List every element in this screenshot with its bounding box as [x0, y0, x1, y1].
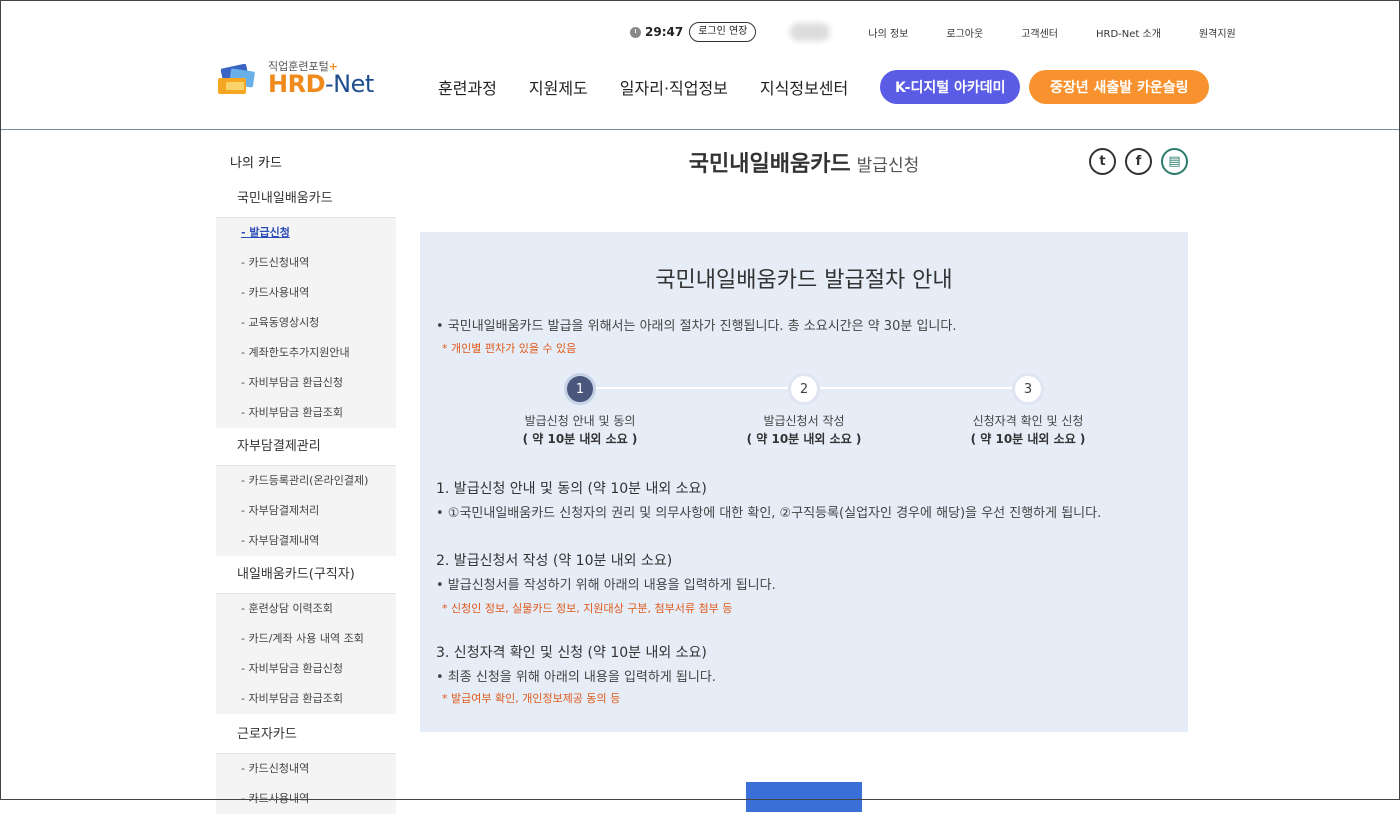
midlife-counseling-button[interactable]: 중장년 새출발 카운슬링: [1029, 70, 1210, 104]
sidebar-item[interactable]: - 자비부담금 환급조회: [216, 398, 396, 428]
section-2-desc: • 발급신청서를 작성하기 위해 아래의 내용을 입력하게 됩니다.: [436, 578, 776, 593]
hrd-net-logo[interactable]: 직업훈련포털+ HRD-Net: [216, 56, 386, 102]
print-icon[interactable]: ▤: [1161, 148, 1188, 175]
sidebar-group-worker-card: 근로자카드 - 카드신청내역 - 카드사용내역: [216, 716, 396, 814]
section-1-desc: • ①국민내일배움카드 신청자의 권리 및 의무사항에 대한 확인, ②구직등록…: [436, 506, 1102, 521]
sidebar-item[interactable]: - 카드사용내역: [216, 784, 396, 814]
twitter-icon[interactable]: t: [1089, 148, 1116, 175]
sidebar-title: 나의 카드: [230, 156, 282, 171]
nav-training-courses[interactable]: 훈련과정: [438, 75, 497, 99]
about-hrdnet-link[interactable]: HRD-Net 소개: [1096, 25, 1161, 40]
site-header: 29:47 로그인 연장 나의 정보 로그아웃 고객센터 HRD-Net 소개 …: [0, 0, 1400, 130]
section-2-title: 2. 발급신청서 작성 (약 10분 내외 소요): [436, 553, 673, 569]
remote-support-link[interactable]: 원격지원: [1199, 25, 1236, 40]
section-3-desc: • 최종 신청을 위해 아래의 내용을 입력하게 됩니다.: [436, 670, 716, 685]
next-step-button[interactable]: [746, 782, 862, 812]
step-2-label: 발급신청서 작성 ( 약 10분 내외 소요 ): [704, 412, 904, 448]
step-2-name: 발급신청서 작성: [763, 414, 845, 428]
sidebar-item[interactable]: - 자비부담금 환급조회: [216, 684, 396, 714]
logo-mark-icon: [218, 63, 255, 94]
sidebar-group-self-payment: 자부담결제관리 - 카드등록관리(온라인결제) - 자부담결제처리 - 자부담결…: [216, 428, 396, 556]
session-timer: 29:47: [630, 25, 683, 39]
step-3-time: ( 약 10분 내외 소요 ): [970, 432, 1086, 446]
page-title-sub: 발급신청: [856, 156, 920, 176]
step-1-time: ( 약 10분 내외 소요 ): [522, 432, 638, 446]
sidebar-group-list: - 카드등록관리(온라인결제) - 자부담결제처리 - 자부담결제내역: [216, 466, 396, 556]
sidebar-item[interactable]: - 교육동영상시청: [216, 308, 396, 338]
sidebar-item[interactable]: - 자부담결제처리: [216, 496, 396, 526]
logo-dash: -: [325, 70, 334, 98]
sidebar-item[interactable]: - 자비부담금 환급신청: [216, 654, 396, 684]
step-1-label: 발급신청 안내 및 동의 ( 약 10분 내외 소요 ): [480, 412, 680, 448]
session-timer-value: 29:47: [645, 25, 684, 39]
guide-intro: • 국민내일배움카드 발급을 위해서는 아래의 절차가 진행됩니다. 총 소요시…: [436, 319, 957, 334]
step-3-indicator: 3: [1012, 373, 1044, 405]
sidebar-item[interactable]: - 훈련상담 이력조회: [216, 594, 396, 624]
main-navigation: 훈련과정 지원제도 일자리·직업정보 지식정보센터 K-디지털 아카데미 중장년…: [438, 70, 1210, 104]
user-name-blurred: [790, 23, 831, 41]
sidebar-group-heading[interactable]: 근로자카드: [216, 716, 396, 754]
logout-link[interactable]: 로그아웃: [946, 25, 983, 40]
sidebar-item-issue-apply[interactable]: - 발급신청: [216, 218, 396, 248]
sidebar-group-heading[interactable]: 자부담결제관리: [216, 428, 396, 466]
step-1-name: 발급신청 안내 및 동의: [524, 414, 636, 428]
logo-hrd: HRD: [268, 70, 326, 98]
sidebar-item[interactable]: - 카드신청내역: [216, 754, 396, 784]
sidebar-group-national-card: 국민내일배움카드 - 발급신청 - 카드신청내역 - 카드사용내역 - 교육동영…: [216, 180, 396, 428]
step-2-time: ( 약 10분 내외 소요 ): [746, 432, 862, 446]
sidebar-group-list: - 카드신청내역 - 카드사용내역: [216, 754, 396, 814]
sidebar-item[interactable]: - 카드사용내역: [216, 278, 396, 308]
login-extend-button[interactable]: 로그인 연장: [689, 22, 757, 42]
sidebar-item[interactable]: - 자부담결제내역: [216, 526, 396, 556]
section-3-note: * 발급여부 확인, 개인정보제공 동의 등: [442, 692, 621, 705]
step-1-indicator: 1: [564, 373, 596, 405]
page-title: 국민내일배움카드 발급신청: [420, 146, 1188, 178]
sidebar-group-list: - 훈련상담 이력조회 - 카드/계좌 사용 내역 조회 - 자비부담금 환급신…: [216, 594, 396, 714]
my-info-link[interactable]: 나의 정보: [868, 25, 908, 40]
facebook-icon[interactable]: f: [1125, 148, 1152, 175]
guide-title: 국민내일배움카드 발급절차 안내: [655, 268, 953, 293]
sidebar-item[interactable]: - 카드등록관리(온라인결제): [216, 466, 396, 496]
k-digital-academy-button[interactable]: K-디지털 아카데미: [880, 70, 1021, 104]
nav-job-info[interactable]: 일자리·직업정보: [620, 75, 728, 99]
step-3-name: 신청자격 확인 및 신청: [972, 414, 1084, 428]
page-title-main: 국민내일배움카드: [688, 152, 851, 177]
sidebar-group-heading[interactable]: 국민내일배움카드: [216, 180, 396, 218]
sidebar-group-jobseeker-card: 내일배움카드(구직자) - 훈련상담 이력조회 - 카드/계좌 사용 내역 조회…: [216, 556, 396, 714]
customer-center-link[interactable]: 고객센터: [1021, 25, 1058, 40]
sidebar: 나의 카드 국민내일배움카드 - 발급신청 - 카드신청내역 - 카드사용내역 …: [216, 130, 396, 814]
utility-bar: 29:47 로그인 연장 나의 정보 로그아웃 고객센터 HRD-Net 소개 …: [630, 20, 1236, 44]
logo-net: Net: [333, 70, 374, 98]
step-3-label: 신청자격 확인 및 신청 ( 약 10분 내외 소요 ): [928, 412, 1128, 448]
sidebar-item[interactable]: - 카드/계좌 사용 내역 조회: [216, 624, 396, 654]
section-1-title: 1. 발급신청 안내 및 동의 (약 10분 내외 소요): [436, 481, 707, 497]
section-3-title: 3. 신청자격 확인 및 신청 (약 10분 내외 소요): [436, 645, 707, 661]
clock-icon: [630, 26, 641, 38]
section-2-note: * 신청인 정보, 실물카드 정보, 지원대상 구분, 첨부서류 첨부 등: [442, 602, 733, 615]
issuance-guide-panel: 국민내일배움카드 발급절차 안내 • 국민내일배움카드 발급을 위해서는 아래의…: [420, 232, 1188, 732]
step-2-indicator: 2: [788, 373, 820, 405]
sidebar-item[interactable]: - 자비부담금 환급신청: [216, 368, 396, 398]
logo-wordmark: HRD-Net: [268, 70, 374, 98]
share-buttons: t f ▤: [1080, 148, 1188, 175]
sidebar-group-list: - 발급신청 - 카드신청내역 - 카드사용내역 - 교육동영상시청 - 계좌한…: [216, 218, 396, 428]
nav-knowledge-center[interactable]: 지식정보센터: [760, 75, 848, 99]
sidebar-group-heading[interactable]: 내일배움카드(구직자): [216, 556, 396, 594]
sidebar-item[interactable]: - 계좌한도추가지원안내: [216, 338, 396, 368]
sidebar-item[interactable]: - 카드신청내역: [216, 248, 396, 278]
guide-note: * 개인별 편차가 있을 수 있음: [442, 342, 577, 355]
nav-support-programs[interactable]: 지원제도: [529, 75, 588, 99]
